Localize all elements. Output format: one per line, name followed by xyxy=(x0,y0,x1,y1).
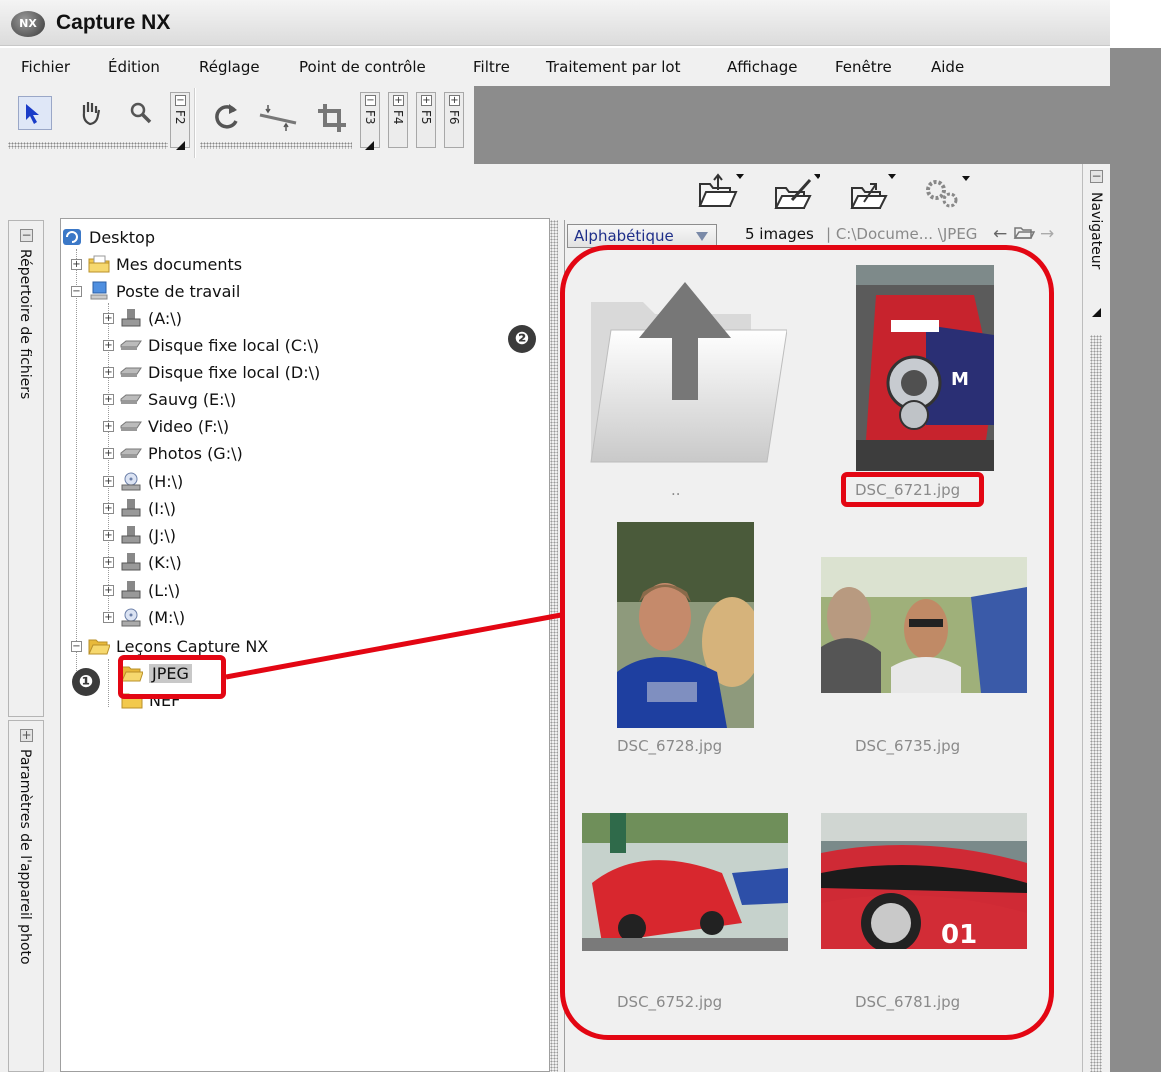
connector-line xyxy=(225,612,562,680)
step-badge-1: ❶ xyxy=(72,668,100,696)
step-badge-2: ❷ xyxy=(508,325,536,353)
